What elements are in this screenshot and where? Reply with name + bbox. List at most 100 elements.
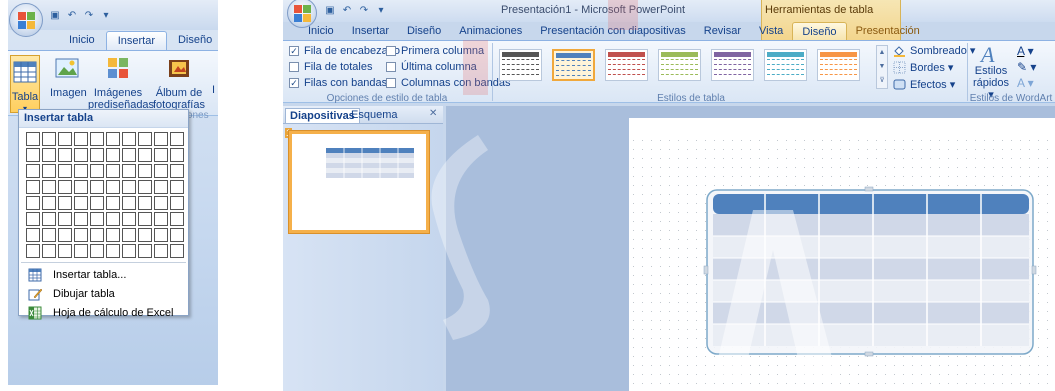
fila-encabezado-checkbox[interactable]: ✓ Fila de encabezado (289, 45, 400, 57)
grid-cell[interactable] (74, 164, 88, 178)
table-style-swatch[interactable] (711, 49, 754, 81)
grid-cell[interactable] (74, 228, 88, 242)
tab-presentacion-diapositivas[interactable]: Presentación con diapositivas (531, 22, 695, 41)
grid-cell[interactable] (170, 164, 184, 178)
grid-cell[interactable] (170, 228, 184, 242)
grid-cell[interactable] (58, 212, 72, 226)
grid-cell[interactable] (26, 180, 40, 194)
grid-cell[interactable] (122, 244, 136, 258)
undo-icon[interactable]: ↶ (340, 3, 354, 17)
grid-cell[interactable] (122, 228, 136, 242)
grid-cell[interactable] (58, 180, 72, 194)
tab-inicio[interactable]: Inicio (58, 31, 106, 50)
grid-cell[interactable] (90, 228, 104, 242)
grid-cell[interactable] (26, 164, 40, 178)
grid-cell[interactable] (74, 132, 88, 146)
table-style-swatch[interactable] (499, 49, 542, 81)
save-icon[interactable]: ▣ (323, 3, 337, 17)
grid-cell[interactable] (58, 196, 72, 210)
customize-icon[interactable]: ▾ (374, 3, 388, 17)
table-style-swatch[interactable] (817, 49, 860, 81)
table-style-swatch[interactable] (764, 49, 807, 81)
bordes-button[interactable]: Bordes ▾ (893, 61, 953, 74)
grid-cell[interactable] (42, 228, 56, 242)
grid-cell[interactable] (138, 180, 152, 194)
grid-cell[interactable] (42, 164, 56, 178)
grid-cell[interactable] (122, 212, 136, 226)
grid-cell[interactable] (154, 212, 168, 226)
grid-cell[interactable] (26, 244, 40, 258)
grid-cell[interactable] (154, 132, 168, 146)
filas-bandas-checkbox[interactable]: ✓ Filas con bandas (289, 77, 387, 89)
tab-diseno[interactable]: Diseño (167, 31, 218, 50)
grid-cell[interactable] (42, 180, 56, 194)
grid-cell[interactable] (90, 164, 104, 178)
imagenes-prediseñadas-button[interactable]: Imágenes prediseñadas (88, 55, 154, 111)
tab-insertar[interactable]: Insertar (343, 22, 398, 41)
grid-cell[interactable] (122, 132, 136, 146)
grid-cell[interactable] (26, 228, 40, 242)
grid-cell[interactable] (138, 132, 152, 146)
grid-cell[interactable] (154, 164, 168, 178)
grid-cell[interactable] (122, 180, 136, 194)
text-fill-icon[interactable]: A ▾ (1017, 43, 1036, 59)
grid-cell[interactable] (26, 148, 40, 162)
grid-cell[interactable] (42, 148, 56, 162)
grid-cell[interactable] (106, 228, 120, 242)
grid-cell[interactable] (154, 148, 168, 162)
close-pane-icon[interactable]: ✕ (429, 108, 437, 119)
grid-cell[interactable] (170, 132, 184, 146)
grid-cell[interactable] (90, 196, 104, 210)
menu-dibujar-tabla[interactable]: Dibujar tabla (19, 285, 188, 303)
customize-icon[interactable]: ▾ (99, 8, 113, 22)
grid-cell[interactable] (154, 244, 168, 258)
grid-cell[interactable] (170, 180, 184, 194)
grid-cell[interactable] (106, 212, 120, 226)
grid-cell[interactable] (42, 244, 56, 258)
grid-cell[interactable] (106, 244, 120, 258)
fila-totales-checkbox[interactable]: Fila de totales (289, 61, 372, 73)
grid-cell[interactable] (74, 212, 88, 226)
grid-cell[interactable] (106, 164, 120, 178)
grid-cell[interactable] (170, 212, 184, 226)
slide-canvas[interactable] (629, 118, 1055, 391)
tab-diseno[interactable]: Diseño (398, 22, 450, 41)
redo-icon[interactable]: ↷ (357, 3, 371, 17)
grid-cell[interactable] (154, 196, 168, 210)
grid-cell[interactable] (42, 132, 56, 146)
save-icon[interactable]: ▣ (48, 8, 62, 22)
ultima-columna-checkbox[interactable]: Última columna (386, 61, 477, 73)
imagen-button[interactable]: Imagen (50, 55, 87, 99)
grid-cell[interactable] (26, 132, 40, 146)
grid-cell[interactable] (74, 148, 88, 162)
grid-cell[interactable] (58, 148, 72, 162)
grid-cell[interactable] (90, 132, 104, 146)
grid-cell[interactable] (58, 228, 72, 242)
efectos-button[interactable]: Efectos ▾ (893, 78, 955, 91)
slide-table[interactable] (703, 186, 1055, 361)
tab-revisar[interactable]: Revisar (695, 22, 750, 41)
grid-cell[interactable] (122, 196, 136, 210)
table-style-swatch[interactable] (658, 49, 701, 81)
grid-cell[interactable] (74, 180, 88, 194)
grid-cell[interactable] (42, 212, 56, 226)
grid-cell[interactable] (106, 196, 120, 210)
tab-vista[interactable]: Vista (750, 22, 792, 41)
grid-cell[interactable] (154, 180, 168, 194)
grid-cell[interactable] (58, 132, 72, 146)
grid-cell[interactable] (106, 180, 120, 194)
grid-cell[interactable] (74, 244, 88, 258)
tab-esquema[interactable]: Esquema (347, 108, 401, 122)
grid-cell[interactable] (154, 228, 168, 242)
grid-cell[interactable] (106, 132, 120, 146)
grid-cell[interactable] (138, 244, 152, 258)
grid-cell[interactable] (138, 148, 152, 162)
grid-cell[interactable] (90, 148, 104, 162)
tab-inicio[interactable]: Inicio (299, 22, 343, 41)
grid-cell[interactable] (170, 148, 184, 162)
grid-cell[interactable] (58, 244, 72, 258)
grid-cell[interactable] (26, 212, 40, 226)
grid-cell[interactable] (106, 148, 120, 162)
grid-cell[interactable] (58, 164, 72, 178)
primera-columna-checkbox[interactable]: Primera columna (386, 45, 484, 57)
